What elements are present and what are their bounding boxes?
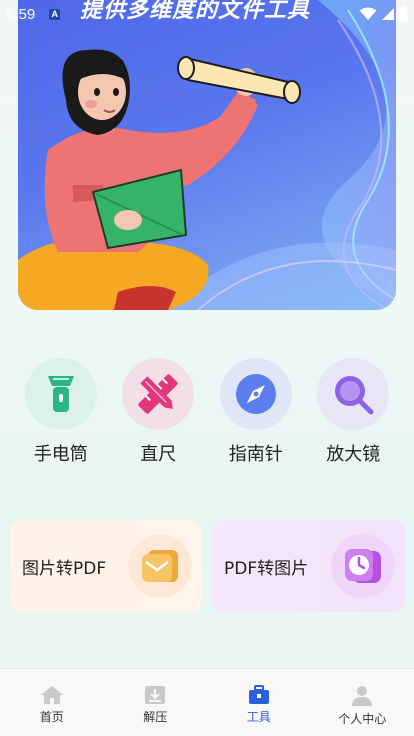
tool-ruler[interactable]: 直尺 (110, 358, 208, 466)
nav-profile[interactable]: 个人中心 (311, 669, 414, 736)
nav-tools[interactable]: 工具 (207, 669, 311, 736)
banner: 提供多维度的文件工具 (18, 0, 396, 310)
card-icon-wrap (128, 534, 192, 598)
tool-icon-wrap (122, 358, 195, 430)
status-time: 5:59 (6, 5, 36, 23)
user-icon (352, 686, 373, 706)
card-label: PDF转图片 (224, 558, 309, 579)
ruler-pencil-icon (138, 374, 178, 414)
status-bar: 5:59 A (0, 0, 414, 28)
home-icon (40, 686, 63, 704)
unzip-icon (145, 686, 166, 704)
pdf-to-image-card[interactable]: PDF转图片 (212, 520, 405, 612)
envelope-icon (142, 550, 178, 582)
card-label: 图片转PDF (22, 558, 107, 579)
tool-magnifier[interactable]: 放大镜 (305, 358, 403, 466)
flashlight-icon (47, 376, 74, 412)
tool-label: 直尺 (140, 444, 177, 465)
magnifier-icon (335, 376, 374, 415)
card-icon-wrap (331, 534, 395, 598)
notification-icon: A (49, 8, 61, 20)
converter-cards: 图片转PDF PDF转图片 (10, 520, 405, 612)
nav-label: 解压 (143, 710, 168, 724)
tool-flashlight[interactable]: 手电筒 (12, 358, 110, 466)
tool-label: 指南针 (228, 444, 283, 465)
tool-label: 手电筒 (33, 444, 88, 465)
bottom-nav: 首页 解压 工具 个人中心 (0, 668, 414, 736)
nav-label: 个人中心 (338, 712, 387, 726)
compass-icon (235, 374, 276, 414)
nav-label: 工具 (246, 710, 271, 724)
status-indicators (359, 6, 408, 22)
nav-unzip[interactable]: 解压 (104, 669, 208, 736)
banner-illustration (18, 0, 396, 310)
wifi-icon (359, 7, 377, 20)
battery-icon (399, 6, 408, 22)
tool-icon-wrap (219, 358, 292, 430)
nav-label: 首页 (39, 710, 64, 724)
tool-icon-wrap (317, 358, 390, 430)
toolbox-icon (248, 685, 269, 704)
clock-card-icon (345, 549, 381, 583)
tool-compass[interactable]: 指南针 (207, 358, 305, 466)
image-to-pdf-card[interactable]: 图片转PDF (10, 520, 202, 612)
signal-icon (382, 8, 394, 20)
tool-icon-wrap (24, 358, 97, 430)
nav-home[interactable]: 首页 (0, 669, 104, 736)
tool-label: 放大镜 (326, 444, 381, 465)
tools-grid: 手电筒 直尺 指南针 放大镜 (12, 358, 402, 466)
